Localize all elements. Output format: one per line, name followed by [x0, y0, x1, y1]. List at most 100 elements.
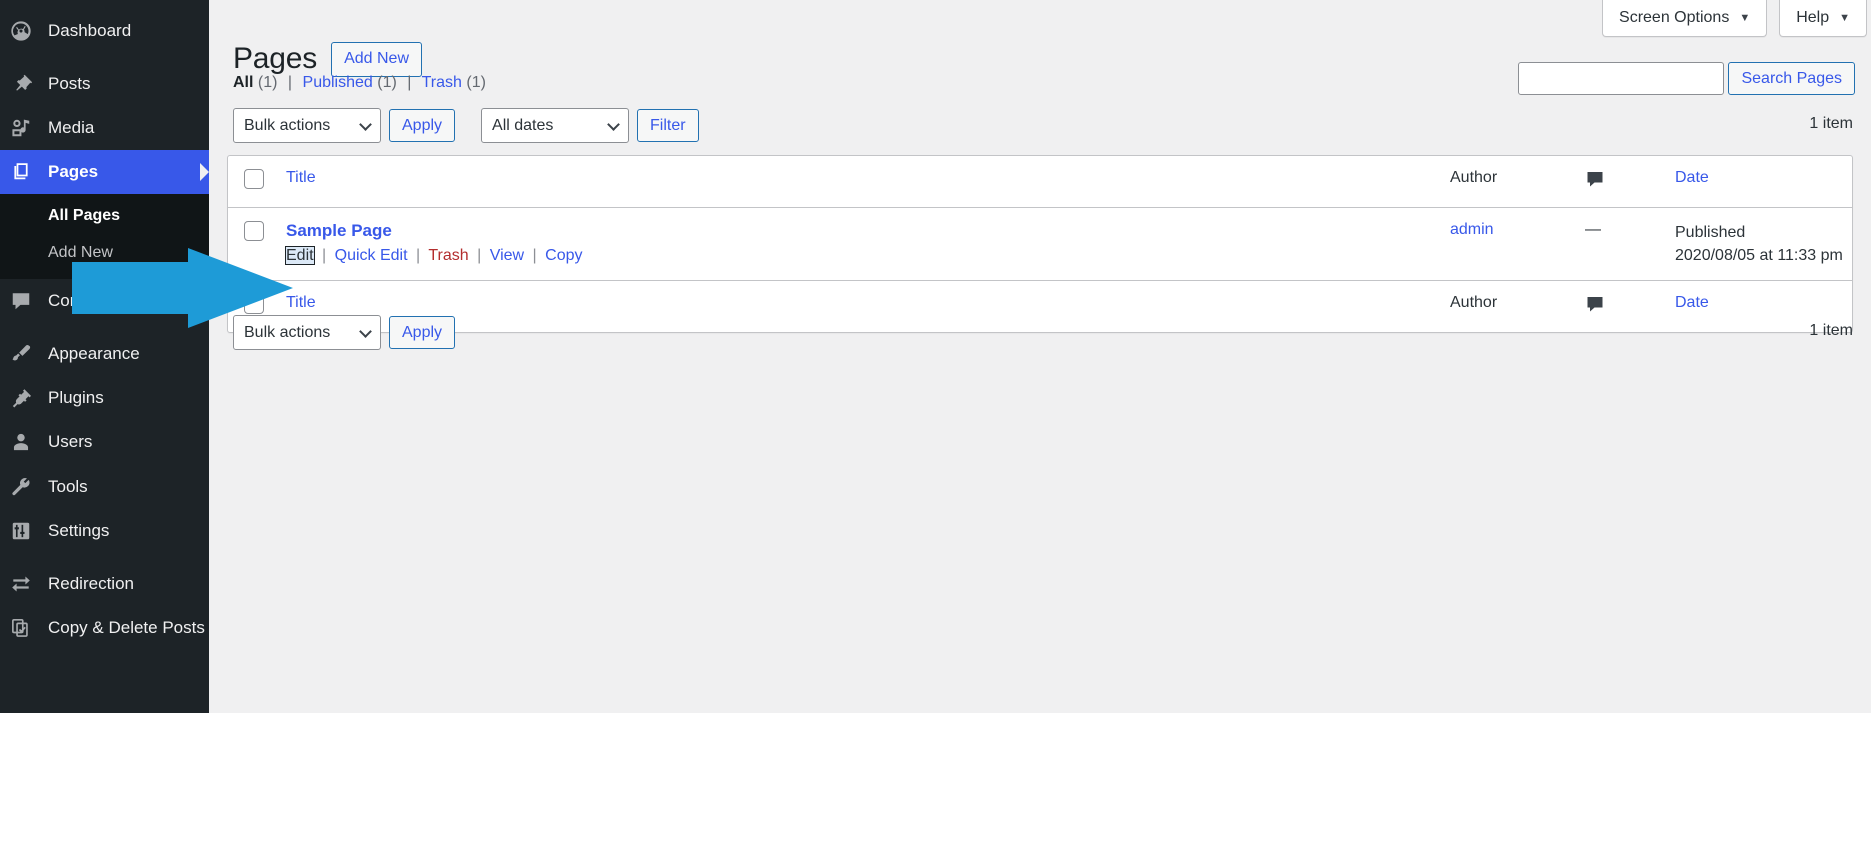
view-all-label: All [233, 74, 254, 91]
add-new-button[interactable]: Add New [331, 41, 422, 77]
row-comments-cell: — [1577, 208, 1667, 280]
select-all-checkbox-bottom[interactable] [244, 294, 264, 315]
view-trash[interactable]: Trash (1) [422, 74, 486, 91]
submenu-item-add-new[interactable]: Add New [0, 235, 209, 271]
sidebar-item-dashboard[interactable]: Dashboard [0, 9, 209, 53]
sidebar-item-label: Redirection [48, 573, 134, 593]
search-input[interactable] [1518, 62, 1725, 95]
sidebar-item-label: Copy & Delete Posts [48, 617, 205, 637]
screenshot-root: Dashboard Posts Media Pages All Pages Ad… [0, 0, 1871, 856]
table-body: Sample Page Edit | Quick Edit | Trash | … [228, 208, 1852, 280]
settings-icon [10, 520, 40, 542]
column-footer-title-link[interactable]: Title [286, 294, 316, 311]
views-filter-list: All (1) | Published (1) | Trash (1) [233, 74, 486, 92]
chevron-down-icon [607, 117, 620, 131]
sidebar-item-posts[interactable]: Posts [0, 62, 209, 106]
tablenav-bottom: Bulk actions Apply 1 item [209, 315, 1871, 365]
row-action-view[interactable]: View [490, 247, 524, 264]
pin-icon [10, 73, 40, 95]
sidebar-item-label: Tools [48, 476, 88, 496]
wrench-icon [10, 476, 40, 498]
tablenav-top-actions: Bulk actions Apply All dates Filter [233, 108, 699, 143]
sidebar-item-label: Comments [48, 291, 131, 311]
column-footer-author-label: Author [1450, 294, 1498, 312]
select-all-checkbox-top[interactable] [244, 169, 264, 189]
filter-button[interactable]: Filter [637, 109, 699, 142]
column-header-date[interactable]: Date [1667, 156, 1852, 208]
table-row: Sample Page Edit | Quick Edit | Trash | … [228, 208, 1852, 280]
table-head: Title Author Date [228, 156, 1852, 208]
submenu-item-label: Add New [48, 243, 113, 261]
sidebar-item-plugins[interactable]: Plugins [0, 376, 209, 420]
row-date-value: 2020/08/05 at 11:33 pm [1675, 247, 1843, 265]
column-header-title[interactable]: Title [276, 156, 1442, 208]
bulk-actions-select-bottom[interactable]: Bulk actions [233, 315, 381, 350]
plug-icon [10, 387, 40, 409]
screen-options-label: Screen Options [1619, 9, 1730, 26]
menu-spacer-2 [0, 323, 209, 332]
row-action-edit[interactable]: Edit [285, 246, 315, 265]
row-action-divider: | [416, 247, 421, 264]
view-trash-label[interactable]: Trash [422, 74, 462, 91]
sidebar-item-copy-delete-posts[interactable]: Copy & Delete Posts [0, 606, 209, 650]
view-all[interactable]: All (1) [233, 74, 282, 91]
view-separator: | [407, 74, 412, 91]
column-header-date-link[interactable]: Date [1675, 169, 1709, 186]
bulk-actions-select-top[interactable]: Bulk actions [233, 108, 381, 143]
sidebar-item-media[interactable]: Media [0, 106, 209, 150]
row-select-checkbox[interactable] [244, 221, 264, 241]
help-button[interactable]: Help ▼ [1779, 0, 1867, 37]
sidebar-item-users[interactable]: Users [0, 420, 209, 464]
row-author-link[interactable]: admin [1450, 221, 1494, 238]
pages-submenu: All Pages Add New [0, 194, 209, 280]
search-pages-button[interactable]: Search Pages [1728, 62, 1855, 95]
menu-spacer-3 [0, 553, 209, 562]
row-action-divider: | [322, 247, 327, 264]
sidebar-item-pages[interactable]: Pages [0, 150, 209, 195]
wordpress-admin: Dashboard Posts Media Pages All Pages Ad… [0, 0, 1871, 713]
sidebar-item-label: Plugins [48, 388, 104, 408]
dashboard-icon [10, 20, 40, 42]
bulk-actions-value: Bulk actions [244, 323, 331, 341]
row-comments-value: — [1585, 221, 1601, 238]
select-all-header [228, 156, 276, 208]
row-actions: Edit | Quick Edit | Trash | View | Copy [285, 246, 1434, 265]
copy-delete-icon [10, 617, 40, 639]
row-title-link[interactable]: Sample Page [286, 221, 392, 241]
sidebar-item-redirection[interactable]: Redirection [0, 562, 209, 606]
column-footer-date-link[interactable]: Date [1675, 294, 1709, 311]
date-filter-select[interactable]: All dates [481, 108, 630, 143]
date-filter-value: All dates [492, 116, 554, 134]
column-header-title-link[interactable]: Title [286, 169, 316, 186]
column-header-author-label: Author [1450, 169, 1498, 186]
column-header-author: Author [1442, 156, 1577, 208]
submenu-item-all-pages[interactable]: All Pages [0, 198, 209, 234]
sidebar-item-label: Pages [48, 162, 99, 182]
view-published-label[interactable]: Published [303, 74, 373, 91]
view-separator: | [287, 74, 293, 91]
view-published-count: (1) [377, 74, 397, 91]
sidebar-item-settings[interactable]: Settings [0, 509, 209, 553]
tablenav-bottom-actions: Bulk actions Apply [233, 315, 456, 350]
search-form: Search Pages [1518, 62, 1855, 95]
admin-content-area: Screen Options ▼ Help ▼ Pages Add New Al… [209, 0, 1871, 713]
screen-options-button[interactable]: Screen Options ▼ [1602, 0, 1768, 37]
view-trash-count: (1) [466, 74, 486, 91]
comment-icon [10, 290, 40, 312]
sidebar-item-label: Posts [48, 74, 91, 94]
sidebar-item-tools[interactable]: Tools [0, 465, 209, 509]
view-published[interactable]: Published (1) [303, 74, 402, 91]
row-action-copy[interactable]: Copy [545, 247, 582, 264]
sidebar-item-comments[interactable]: Comments [0, 279, 209, 323]
pages-icon [10, 161, 40, 183]
apply-button-top[interactable]: Apply [389, 109, 456, 142]
chevron-down-icon: ▼ [1839, 12, 1850, 24]
comment-bubble-icon [1585, 172, 1605, 193]
sidebar-item-label: Dashboard [48, 21, 132, 40]
row-action-quick-edit[interactable]: Quick Edit [335, 247, 408, 264]
page-title: Pages [233, 42, 318, 76]
sidebar-item-appearance[interactable]: Appearance [0, 332, 209, 376]
row-action-trash[interactable]: Trash [428, 247, 468, 264]
sidebar-item-label: Settings [48, 520, 110, 540]
apply-button-bottom[interactable]: Apply [389, 316, 456, 349]
